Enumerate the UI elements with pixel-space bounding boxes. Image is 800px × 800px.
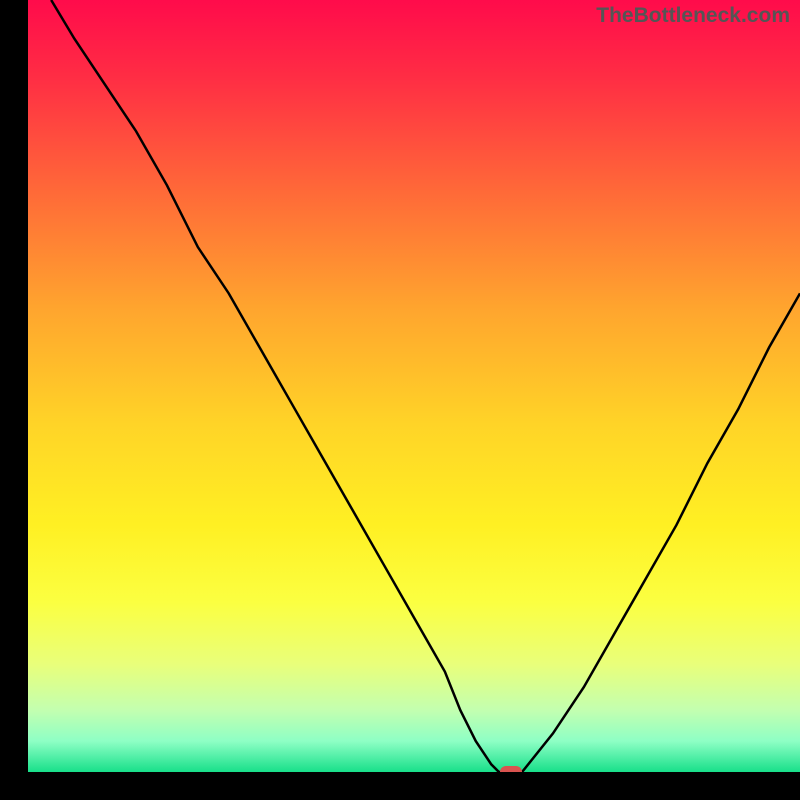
plot-area: TheBottleneck.com — [28, 0, 800, 772]
optimal-marker — [500, 766, 522, 772]
gradient-background — [28, 0, 800, 772]
chart-container: TheBottleneck.com — [0, 0, 800, 800]
bottleneck-curve-svg — [28, 0, 800, 772]
watermark-text: TheBottleneck.com — [596, 4, 790, 28]
